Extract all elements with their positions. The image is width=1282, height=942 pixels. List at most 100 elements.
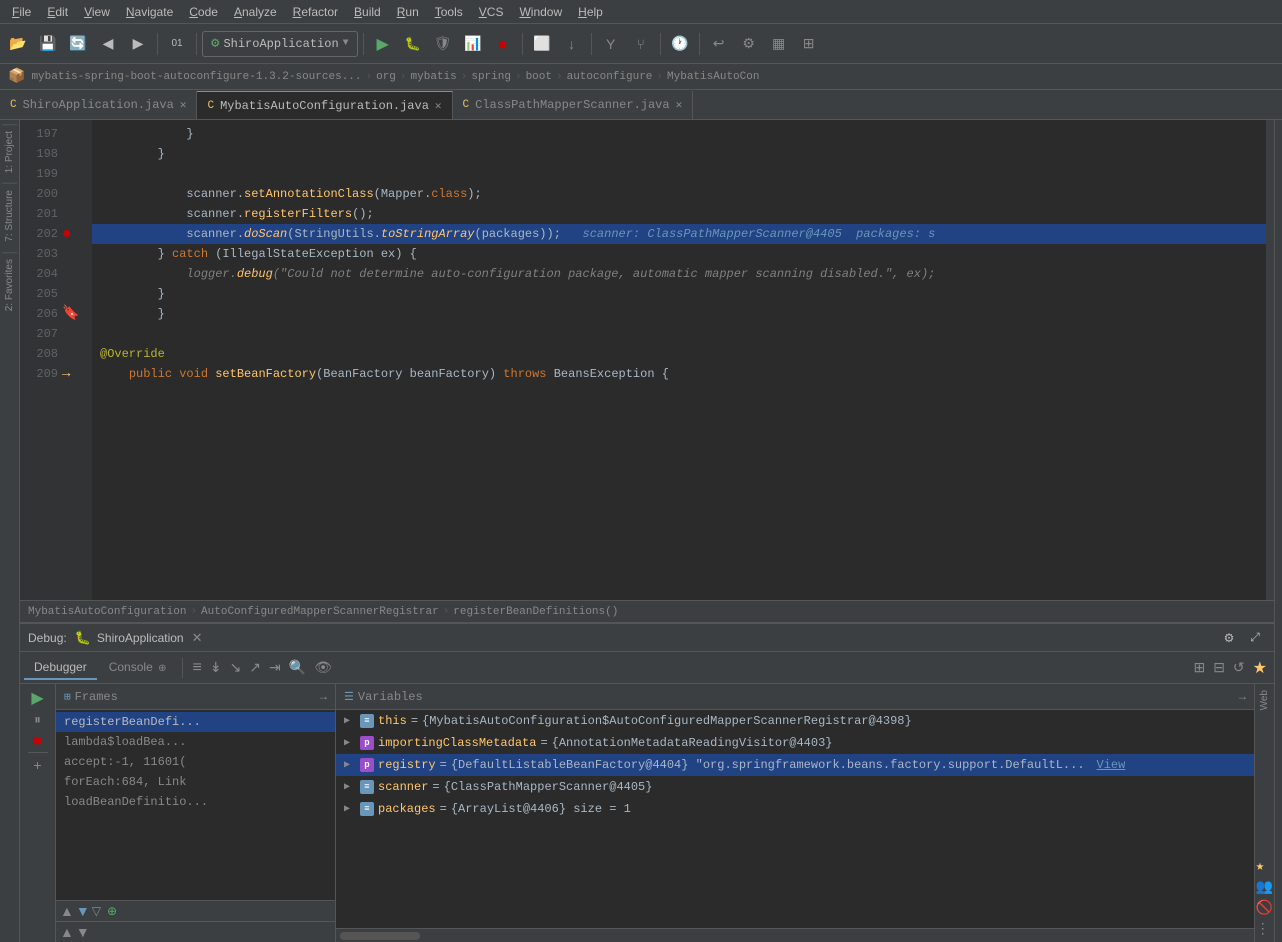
frame-0[interactable]: registerBeanDefi... bbox=[56, 712, 335, 732]
bc-4[interactable]: spring bbox=[471, 71, 511, 83]
git-btn[interactable]: ⑂ bbox=[627, 30, 655, 58]
web-sidebar-tab[interactable]: Web bbox=[1257, 684, 1272, 716]
scanner-tab-close[interactable]: ✕ bbox=[676, 98, 683, 112]
bc-5[interactable]: boot bbox=[526, 71, 552, 83]
branch-btn[interactable]: Y bbox=[597, 30, 625, 58]
menu-code[interactable]: Code bbox=[181, 3, 226, 21]
debug-people-icon[interactable]: 👥 bbox=[1256, 879, 1273, 896]
menu-file[interactable]: File bbox=[4, 3, 39, 21]
eb-3[interactable]: registerBeanDefinitions() bbox=[453, 606, 618, 618]
run-to-cursor-btn[interactable]: ⇥ bbox=[266, 656, 284, 679]
var-this[interactable]: ▶ ≡ this = {MybatisAutoConfiguration$Aut… bbox=[336, 710, 1254, 732]
tab-mybatis[interactable]: C MybatisAutoConfiguration.java ✕ bbox=[197, 91, 452, 119]
no-icon[interactable]: 🚫 bbox=[1256, 900, 1273, 917]
evaluate-btn[interactable]: 🔍 bbox=[286, 656, 309, 679]
step-out-btn[interactable]: ↗ bbox=[246, 656, 264, 679]
debug-extra-btn3[interactable]: ↺ bbox=[1230, 656, 1248, 679]
frame-add-btn[interactable]: ⊕ bbox=[107, 903, 117, 919]
var-registry-view-link[interactable]: View bbox=[1097, 758, 1126, 772]
binary-btn[interactable]: 01 bbox=[163, 30, 191, 58]
vars-scroll-bar[interactable] bbox=[336, 928, 1254, 942]
code-area[interactable]: } } scanner.setAnnotationClass(Mapper.cl… bbox=[92, 120, 1266, 600]
frame-up-btn[interactable]: ▲ bbox=[60, 903, 74, 919]
extra-btn[interactable]: ⊞ bbox=[795, 30, 823, 58]
vars-right-arrow[interactable]: → bbox=[1239, 690, 1246, 704]
menu-tools[interactable]: Tools bbox=[427, 3, 471, 21]
step-into-btn[interactable]: ↘ bbox=[227, 656, 245, 679]
frame-2[interactable]: accept:-1, 11601( bbox=[56, 752, 335, 772]
stop-debug-btn[interactable]: ■ bbox=[33, 732, 41, 748]
more-icon[interactable]: ⋮ bbox=[1256, 921, 1273, 938]
menu-edit[interactable]: Edit bbox=[39, 3, 76, 21]
bc-7[interactable]: MybatisAutoCon bbox=[667, 71, 759, 83]
eb-1[interactable]: MybatisAutoConfiguration bbox=[28, 606, 186, 618]
debug-btn[interactable]: 🐛 bbox=[399, 30, 427, 58]
debug-settings-btn[interactable]: ⚙ bbox=[1218, 627, 1240, 649]
add-watch-btn[interactable]: + bbox=[33, 757, 41, 773]
coverage-btn[interactable]: 🛡 bbox=[429, 30, 457, 58]
var-scanner-expand[interactable]: ▶ bbox=[344, 781, 356, 793]
step-over-dbg-btn[interactable]: ↡ bbox=[207, 656, 225, 679]
sidebar-structure-tab[interactable]: 7: Structure bbox=[2, 183, 17, 248]
step-down-btn[interactable]: ↓ bbox=[558, 30, 586, 58]
frame-3[interactable]: forEach:684, Link bbox=[56, 772, 335, 792]
layout-btn[interactable]: ▦ bbox=[765, 30, 793, 58]
bc-2[interactable]: org bbox=[376, 71, 396, 83]
debug-close-btn[interactable]: ✕ bbox=[192, 630, 203, 646]
menu-help[interactable]: Help bbox=[570, 3, 611, 21]
undo-btn[interactable]: ↩ bbox=[705, 30, 733, 58]
back-btn[interactable]: ◀ bbox=[94, 30, 122, 58]
sync-btn[interactable]: 💾 bbox=[34, 30, 62, 58]
debug-extra-btn1[interactable]: ⊞ bbox=[1190, 656, 1208, 679]
step-frames-btn[interactable]: ≡ bbox=[189, 656, 204, 680]
settings-btn[interactable]: ⚙ bbox=[735, 30, 763, 58]
star-icon[interactable]: ★ bbox=[1256, 858, 1273, 875]
mybatis-tab-close[interactable]: ✕ bbox=[435, 99, 442, 113]
bc-6[interactable]: autoconfigure bbox=[567, 71, 653, 83]
history-btn[interactable]: 🕐 bbox=[666, 30, 694, 58]
step-over-btn[interactable]: ⬜ bbox=[528, 30, 556, 58]
menu-analyze[interactable]: Analyze bbox=[226, 3, 285, 21]
tab-shiro[interactable]: C ShiroApplication.java ✕ bbox=[0, 91, 197, 119]
stop-btn[interactable]: ■ bbox=[489, 30, 517, 58]
var-registry-expand[interactable]: ▶ bbox=[344, 759, 356, 771]
var-scanner[interactable]: ▶ ≡ scanner = {ClassPathMapperScanner@44… bbox=[336, 776, 1254, 798]
bc-1[interactable]: mybatis-spring-boot-autoconfigure-1.3.2-… bbox=[31, 71, 361, 83]
frame-1[interactable]: lambda$loadBea... bbox=[56, 732, 335, 752]
frame-4[interactable]: loadBeanDefinitio... bbox=[56, 792, 335, 812]
sync2-btn[interactable]: 🔄 bbox=[64, 30, 92, 58]
menu-refactor[interactable]: Refactor bbox=[285, 3, 346, 21]
var-packages-expand[interactable]: ▶ bbox=[344, 803, 356, 815]
console-tab[interactable]: Console ⊕ bbox=[99, 656, 177, 680]
debug-extra-btn4[interactable]: ★ bbox=[1250, 655, 1270, 681]
watches-btn[interactable]: 👁 bbox=[311, 656, 335, 679]
menu-navigate[interactable]: Navigate bbox=[118, 3, 181, 21]
var-importing[interactable]: ▶ p importingClassMetadata = {Annotation… bbox=[336, 732, 1254, 754]
debug-expand-btn[interactable]: ⤢ bbox=[1244, 627, 1266, 649]
menu-run[interactable]: Run bbox=[389, 3, 427, 21]
var-packages[interactable]: ▶ ≡ packages = {ArrayList@4406} size = 1 bbox=[336, 798, 1254, 820]
open-btn[interactable]: 📂 bbox=[4, 30, 32, 58]
bc-3[interactable]: mybatis bbox=[411, 71, 457, 83]
frame-scroll-up-btn[interactable]: ▲ bbox=[60, 924, 74, 940]
frame-filter-btn[interactable]: ▽ bbox=[92, 903, 101, 919]
right-scrollbar[interactable] bbox=[1266, 120, 1274, 600]
frames-right-arrow[interactable]: → bbox=[320, 690, 327, 704]
menu-view[interactable]: View bbox=[76, 3, 118, 21]
var-importing-expand[interactable]: ▶ bbox=[344, 737, 356, 749]
var-this-expand[interactable]: ▶ bbox=[344, 715, 356, 727]
debugger-tab[interactable]: Debugger bbox=[24, 656, 97, 680]
eb-2[interactable]: AutoConfiguredMapperScannerRegistrar bbox=[201, 606, 439, 618]
menu-build[interactable]: Build bbox=[346, 3, 389, 21]
sidebar-favorites-tab[interactable]: 2: Favorites bbox=[2, 252, 17, 317]
forward-btn[interactable]: ▶ bbox=[124, 30, 152, 58]
frame-down-btn[interactable]: ▼ bbox=[76, 903, 90, 919]
debug-extra-btn2[interactable]: ⊟ bbox=[1210, 656, 1228, 679]
resume-btn[interactable]: ▶ bbox=[31, 688, 43, 708]
menu-vcs[interactable]: VCS bbox=[471, 3, 512, 21]
sidebar-project-tab[interactable]: 1: Project bbox=[2, 124, 17, 179]
frame-scroll-down-btn[interactable]: ▼ bbox=[76, 924, 90, 940]
tab-scanner[interactable]: C ClassPathMapperScanner.java ✕ bbox=[453, 91, 694, 119]
var-registry[interactable]: ▶ p registry = {DefaultListableBeanFacto… bbox=[336, 754, 1254, 776]
menu-window[interactable]: Window bbox=[511, 3, 570, 21]
